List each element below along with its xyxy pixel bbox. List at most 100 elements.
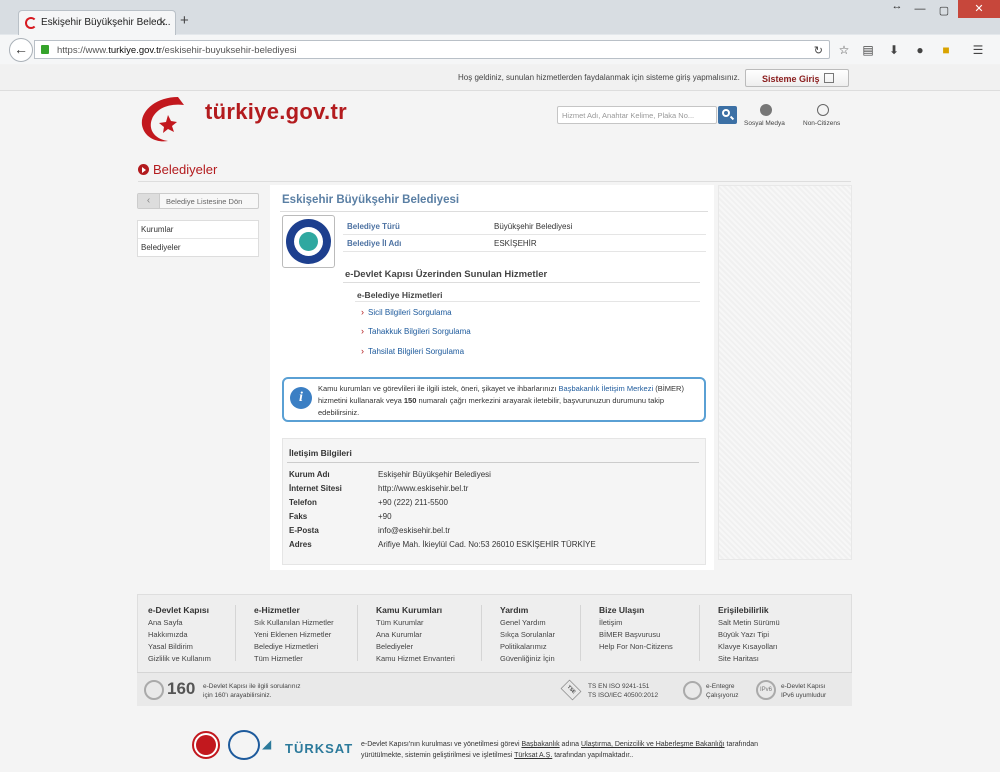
browser-chrome: Eskişehir Büyükşehir Beled... ✕ + ↔ — ▢ …: [0, 0, 1000, 64]
service-link-tahsilat[interactable]: Tahsilat Bilgileri Sorgulama: [361, 346, 464, 356]
footer-link[interactable]: Genel Yardım: [500, 617, 555, 629]
footer-link[interactable]: Ana Kurumlar: [376, 629, 455, 641]
url-prefix: https://www.: [57, 45, 109, 56]
info-icon: i: [290, 387, 312, 409]
footer-link[interactable]: Klavye Kısayolları: [718, 641, 780, 653]
back-to-list-button[interactable]: ‹ Belediye Listesine Dön: [137, 193, 259, 209]
menu-icon[interactable]: ☰: [970, 43, 986, 57]
nav-bar: ← https://www.turkiye.gov.tr/eskisehir-b…: [0, 35, 1000, 64]
favicon-icon: [25, 17, 37, 29]
footer-link[interactable]: Sık Kullanılan Hizmetler: [254, 617, 334, 629]
info-row: Belediye Türü Büyükşehir Belediyesi: [343, 218, 706, 235]
footer-link[interactable]: İletişim: [599, 617, 673, 629]
maximize-icon[interactable]: ▢: [936, 4, 952, 24]
bookmark-star-icon[interactable]: ☆: [836, 43, 852, 57]
footer-link[interactable]: Belediye Hizmetleri: [254, 641, 334, 653]
footer-separator: [699, 605, 700, 661]
contact-key: Telefon: [289, 498, 317, 507]
chevron-left-icon: ‹: [138, 194, 160, 208]
footer-link[interactable]: BİMER Başvurusu: [599, 629, 673, 641]
logo-crescent-icon[interactable]: [138, 93, 198, 145]
divider: [287, 462, 699, 463]
logo-text[interactable]: türkiye.gov.tr: [205, 99, 347, 125]
website-link[interactable]: http://www.eskisehir.bel.tr: [378, 484, 468, 493]
notice-text-1: Kamu kurumları ve görevlileri ile ilgili…: [318, 384, 559, 393]
resize-icon[interactable]: ↔: [890, 0, 904, 20]
window-close-icon[interactable]: ✕: [958, 0, 1000, 18]
footer-column: Bize Ulaşın İletişim BİMER Başvurusu Hel…: [599, 605, 673, 653]
search-icon-handle: [729, 115, 735, 121]
search-icon: [722, 109, 730, 117]
footer-column: Yardım Genel Yardım Sıkça Sorulanlar Pol…: [500, 605, 555, 665]
footer-link[interactable]: Ana Sayfa: [148, 617, 211, 629]
service-link-sicil[interactable]: Sicil Bilgileri Sorgulama: [361, 307, 452, 317]
search-input[interactable]: Hizmet Adı, Anahtar Kelime, Plaka No...: [557, 106, 717, 124]
section-title: Belediyeler: [138, 162, 217, 177]
search-button[interactable]: [718, 106, 737, 124]
url-domain: turkiye.gov.tr: [108, 45, 162, 56]
notice-number: 150: [403, 396, 417, 405]
login-icon: [824, 73, 834, 83]
divider: [355, 301, 700, 302]
footer-link[interactable]: Tüm Hizmetler: [254, 653, 334, 665]
footer-link[interactable]: Site Haritası: [718, 653, 780, 665]
chat-icon[interactable]: ●: [912, 43, 928, 57]
footer-column: e-Hizmetler Sık Kullanılan Hizmetler Yen…: [254, 605, 334, 665]
credits-text-1c: tarafından: [724, 741, 759, 748]
sidebar-item-kurumlar[interactable]: Kurumlar: [138, 221, 258, 239]
credits-text-2a: yürütülmekte, sistemin geliştirilmesi ve…: [361, 752, 515, 759]
new-tab-icon[interactable]: +: [180, 12, 189, 29]
footer-link[interactable]: Güvenliğiniz İçin: [500, 653, 555, 665]
service-link-tahakkuk[interactable]: Tahakkuk Bilgileri Sorgulama: [361, 326, 471, 336]
top-bar: Hoş geldiniz, sunulan hizmetlerden fayda…: [0, 65, 1000, 91]
ipv6-badge: IPv6: [756, 680, 776, 700]
basbakanlik-link[interactable]: Başbakanlık: [521, 741, 559, 748]
footer-link[interactable]: Salt Metin Sürümü: [718, 617, 780, 629]
info-key: Belediye Türü: [347, 222, 400, 231]
footer-link[interactable]: Yeni Eklenen Hizmetler: [254, 629, 334, 641]
footer-separator: [235, 605, 236, 661]
turksat-logo[interactable]: TÜRKSAT: [285, 741, 353, 756]
footer-link[interactable]: Kamu Hizmet Envanteri: [376, 653, 455, 665]
footer-link[interactable]: Sıkça Sorulanlar: [500, 629, 555, 641]
email-link[interactable]: info@eskisehir.bel.tr: [378, 526, 450, 535]
ministry-globe-icon: [228, 730, 260, 760]
footer-link[interactable]: Yasal Bildirim: [148, 641, 211, 653]
contact-value: +90 (222) 211-5500: [378, 498, 448, 507]
services-title: e-Devlet Kapısı Üzerinden Sunulan Hizmet…: [345, 269, 548, 280]
extension-icon[interactable]: ■: [938, 43, 954, 57]
info-value: ESKİŞEHİR: [494, 239, 537, 248]
login-button[interactable]: Sisteme Giriş: [745, 69, 849, 87]
back-icon[interactable]: ←: [9, 38, 33, 62]
globe-icon[interactable]: [817, 104, 829, 116]
footer-link[interactable]: Help For Non-Citizens: [599, 641, 673, 653]
divider: [138, 181, 851, 182]
browser-tab[interactable]: Eskişehir Büyükşehir Beled... ✕: [18, 10, 176, 35]
url-bar[interactable]: https://www.turkiye.gov.tr/eskisehir-buy…: [34, 40, 830, 59]
bimer-notice: i Kamu kurumları ve görevlileri ile ilgi…: [282, 377, 706, 422]
turksat-link[interactable]: Türksat A.Ş.: [514, 752, 552, 759]
footer-link[interactable]: Politikalarımız: [500, 641, 555, 653]
share-icon[interactable]: [760, 104, 772, 116]
contact-key: Kurum Adı: [289, 470, 330, 479]
sidebar-item-belediyeler[interactable]: Belediyeler: [138, 239, 258, 257]
header: türkiye.gov.tr Hizmet Adı, Anahtar Kelim…: [0, 92, 1000, 152]
footer-link[interactable]: Gizlilik ve Kullanım: [148, 653, 211, 665]
download-icon[interactable]: ⬇: [886, 43, 902, 57]
footer-link[interactable]: Tüm Kurumlar: [376, 617, 455, 629]
ministry-link[interactable]: Ulaştırma, Denizcilik ve Haberleşme Baka…: [581, 741, 725, 748]
bimer-link[interactable]: Başbakanlık İletişim Merkezi: [559, 384, 654, 393]
footer-heading: Yardım: [500, 605, 529, 615]
footer-link[interactable]: Hakkımızda: [148, 629, 211, 641]
footer-link[interactable]: Büyük Yazı Tipi: [718, 629, 780, 641]
social-media-label[interactable]: Sosyal Medya: [744, 120, 785, 127]
non-citizens-label[interactable]: Non-Citizens: [803, 120, 840, 127]
close-tab-icon[interactable]: ✕: [158, 16, 167, 29]
reading-list-icon[interactable]: ▤: [860, 43, 876, 57]
reload-icon[interactable]: ↻: [814, 44, 823, 57]
minimize-icon[interactable]: —: [912, 3, 928, 23]
e-entegre-text-2: Çalışıyoruz: [706, 692, 739, 699]
callcenter-text-2: için 160'ı arayabilirsiniz.: [203, 692, 272, 699]
footer-link[interactable]: Belediyeler: [376, 641, 455, 653]
right-panel: [718, 185, 852, 560]
